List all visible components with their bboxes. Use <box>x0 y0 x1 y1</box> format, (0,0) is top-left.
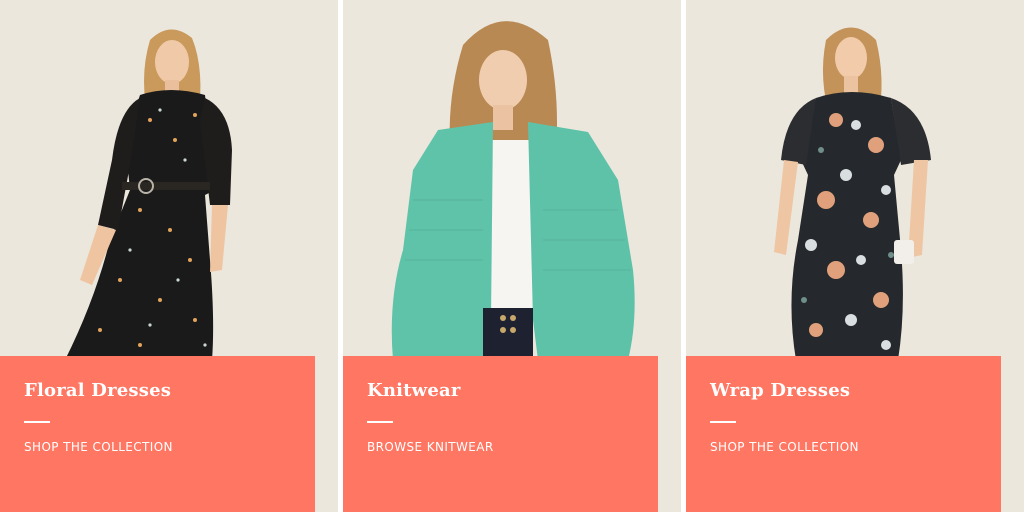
category-card-knitwear[interactable]: Knitwear BROWSE KNITWEAR <box>343 0 681 512</box>
divider <box>367 421 393 423</box>
category-title: Floral Dresses <box>24 380 172 401</box>
floral-dress-model-image[interactable] <box>0 0 338 360</box>
category-title: Knitwear <box>367 380 461 401</box>
category-panel[interactable]: Wrap Dresses SHOP THE COLLECTION <box>686 356 1001 512</box>
category-title: Wrap Dresses <box>710 380 851 401</box>
divider <box>710 421 736 423</box>
wrap-dress-model-image[interactable] <box>686 0 1024 360</box>
shop-collection-link[interactable]: SHOP THE COLLECTION <box>710 440 859 454</box>
category-card-floral-dresses[interactable]: Floral Dresses SHOP THE COLLECTION <box>0 0 338 512</box>
divider <box>24 421 50 423</box>
shop-collection-link[interactable]: SHOP THE COLLECTION <box>24 440 173 454</box>
category-grid: Floral Dresses SHOP THE COLLECTION Knitw… <box>0 0 1024 512</box>
category-card-wrap-dresses[interactable]: Wrap Dresses SHOP THE COLLECTION <box>686 0 1024 512</box>
category-panel[interactable]: Floral Dresses SHOP THE COLLECTION <box>0 356 315 512</box>
browse-knitwear-link[interactable]: BROWSE KNITWEAR <box>367 440 494 454</box>
knitwear-model-image[interactable] <box>343 0 681 360</box>
category-panel[interactable]: Knitwear BROWSE KNITWEAR <box>343 356 658 512</box>
